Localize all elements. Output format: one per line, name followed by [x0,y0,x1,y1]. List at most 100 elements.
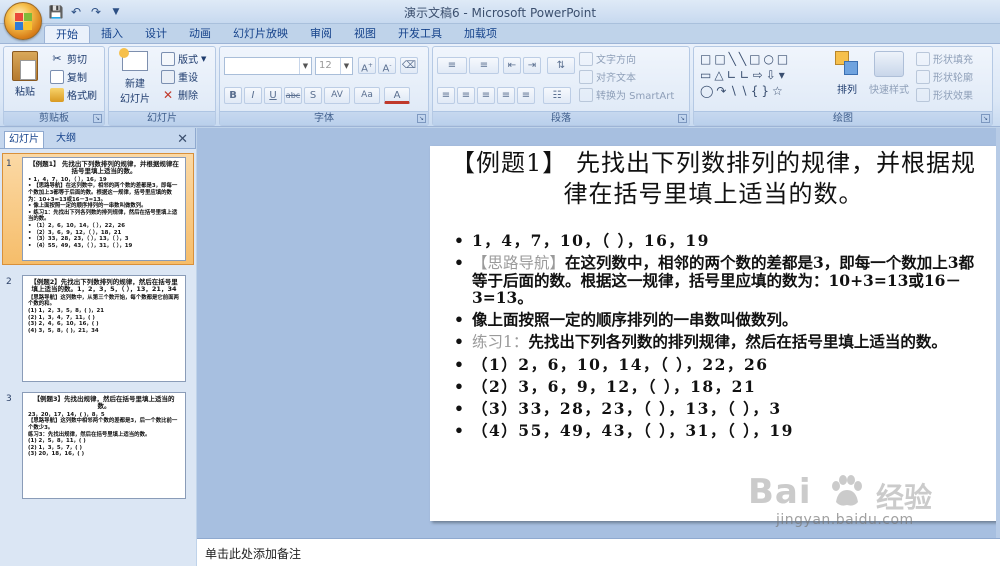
align-left-button[interactable]: ≡ [437,87,455,104]
numbering-button[interactable]: ≡ [469,57,499,74]
slide-title[interactable]: 【例题1】 先找出下列数排列的规律，并根据规律在括号里填上适当的数。 [444,148,983,210]
justify-button[interactable]: ≡ [497,87,515,104]
slide-thumbnail-2[interactable]: 【例题2】先找出下列数排列的规律，然后在括号里填上适当的数。1，2，3，5，（ … [22,275,186,382]
shape-outline-button[interactable]: 形状轮廓 [916,69,973,84]
underline-button[interactable]: U [264,87,282,104]
clipboard-group-label: 剪贴板 [4,111,104,125]
font-color-button[interactable]: A [384,87,410,104]
shadow-button[interactable]: S [304,87,322,104]
slides-group: 新建 幻灯片 版式 ▼ 重设 ✕ 删除 幻灯片 [108,46,216,126]
slide-number: 3 [6,394,12,404]
arrange-icon [835,51,859,77]
slide-thumbnail-3[interactable]: 【例题3】先找出规律，然后在括号里填上适当的数。 23，20，17，14，( )… [22,392,186,499]
effects-icon [916,87,930,102]
bullet-exercise-2: （2）3，6，9，12，（ ），18，21 [454,378,987,395]
arrange-button[interactable]: 排列 [830,51,864,96]
bullets-button[interactable]: ≡ [437,57,467,74]
reset-icon [161,69,175,84]
office-button[interactable] [4,2,42,40]
ribbon-tabs: 开始 插入 设计 动画 幻灯片放映 审阅 视图 开发工具 加载项 [44,24,508,44]
tab-design[interactable]: 设计 [134,25,178,44]
clipboard-launcher-icon[interactable]: ↘ [93,114,102,123]
shape-effects-button[interactable]: 形状效果 [916,87,973,102]
italic-button[interactable]: I [244,87,262,104]
align-right-button[interactable]: ≡ [477,87,495,104]
tab-developer[interactable]: 开发工具 [387,25,453,44]
font-group-label: 字体 [220,111,428,125]
text-direction-button[interactable]: 文字方向 [579,51,636,66]
char-spacing-button[interactable]: AV [324,87,350,104]
tab-view[interactable]: 视图 [343,25,387,44]
copy-icon [50,69,64,84]
vertical-scrollbar[interactable] [996,128,1000,538]
tab-slideshow[interactable]: 幻灯片放映 [222,25,299,44]
bullet-exercise-1: （1）2，6，10，14，（ ），22，26 [454,356,987,373]
delete-icon: ✕ [162,87,174,102]
columns-button[interactable]: ☷ [543,87,571,104]
paste-button[interactable]: 粘贴 [8,51,42,98]
new-slide-button[interactable]: 新建 幻灯片 [113,48,157,105]
paragraph-group: ≡ ≡ ⇤ ⇥ ⇅ 文字方向 对齐文本 转换为 SmartArt ≡ ≡ ≡ ≡… [432,46,690,126]
tab-addins[interactable]: 加载项 [453,25,508,44]
bullet-exercise-3: （3）33，28，23，（ ），13，（ ），3 [454,400,987,417]
layout-button[interactable]: 版式 ▼ [161,51,206,66]
current-slide[interactable]: 【例题1】 先找出下列数排列的规律，并根据规律在括号里填上适当的数。 1，4，7… [430,146,997,521]
notes-placeholder: 单击此处添加备注 [205,547,302,561]
tab-home[interactable]: 开始 [44,25,90,44]
tab-outline[interactable]: 大纲 [52,131,80,148]
close-icon[interactable]: ✕ [177,132,188,147]
slides-pane: 幻灯片 大纲 ✕ 1 【例题1】 先找出下列数排列的规律，并根据规律在括号里填上… [0,128,196,566]
grow-font-button[interactable]: A+ [358,57,376,74]
slide-content[interactable]: 1，4，7，10，（ ），16，19 【思路导航】在这列数中，相邻的两个数的差都… [454,232,987,444]
font-family-select[interactable]: ▼ [224,57,312,75]
font-size-select[interactable]: 12 ▼ [315,57,353,75]
format-painter-button[interactable]: 格式刷 [50,87,97,102]
convert-smartart-button[interactable]: 转换为 SmartArt [579,87,674,102]
tab-review[interactable]: 审阅 [299,25,343,44]
line-spacing-button[interactable]: ⇅ [547,57,575,74]
bold-button[interactable]: B [224,87,242,104]
clear-format-button[interactable]: ⌫ [400,57,418,74]
slide-title-bracket: 【例题1】 [451,149,568,177]
drawing-launcher-icon[interactable]: ↘ [981,114,990,123]
ribbon: 粘贴 ✂ 剪切 复制 格式刷 剪贴板 ↘ 新建 幻灯片 版式 ▼ 重设 ✕ 删除… [0,43,1000,127]
distribute-button[interactable]: ≡ [517,87,535,104]
slide-number: 2 [6,277,12,287]
pane-tabs: 幻灯片 大纲 ✕ [2,131,194,149]
bullet-exercise: 练习1：先找出下列各列数的排列规律，然后在括号里填上适当的数。 [454,333,987,351]
bullet-exercise-4: （4）55，49，43，（ ），31，（ ），19 [454,422,987,439]
align-text-button[interactable]: 对齐文本 [579,69,636,84]
office-logo-icon [15,13,33,31]
increase-indent-button[interactable]: ⇥ [523,57,541,74]
shrink-font-button[interactable]: A- [378,57,396,74]
reset-button[interactable]: 重设 [161,69,198,84]
change-case-button[interactable]: Aa [354,87,380,104]
slides-group-label: 幻灯片 [109,111,215,125]
quick-styles-button[interactable]: 快速样式 [866,51,912,96]
exercise-label: 练习1： [472,333,529,351]
text-direction-icon [579,51,593,66]
new-slide-icon [119,48,148,71]
tab-animations[interactable]: 动画 [178,25,222,44]
notes-pane[interactable]: 单击此处添加备注 [197,538,1000,566]
font-launcher-icon[interactable]: ↘ [417,114,426,123]
slide-thumbnail-1[interactable]: 【例题1】 先找出下列数排列的规律，并根据规律在括号里填上适当的数。 • 1，4… [22,157,186,261]
cut-button[interactable]: ✂ 剪切 [50,51,87,67]
align-center-button[interactable]: ≡ [457,87,475,104]
smartart-icon [579,87,593,102]
copy-button[interactable]: 复制 [50,69,87,84]
shapes-gallery[interactable]: □□╲╲□○□ ▭△∟∟⇨⇩▾ ◯↷∖∖{}☆ [700,51,824,101]
strikethrough-button[interactable]: abc [284,87,302,104]
title-bar: 💾 ↶ ↷ ▼ 演示文稿6 - Microsoft PowerPoint [0,0,1000,24]
clipboard-group: 粘贴 ✂ 剪切 复制 格式刷 剪贴板 ↘ [3,46,105,126]
delete-button[interactable]: ✕ 删除 [161,87,198,103]
hint-label: 【思路导航】 [472,254,566,272]
shape-fill-button[interactable]: 形状填充 [916,51,973,66]
tab-slides[interactable]: 幻灯片 [4,131,44,148]
tab-insert[interactable]: 插入 [90,25,134,44]
paragraph-launcher-icon[interactable]: ↘ [678,114,687,123]
pen-icon [916,69,930,84]
layout-icon [161,51,175,66]
scissors-icon: ✂ [52,51,62,65]
decrease-indent-button[interactable]: ⇤ [503,57,521,74]
